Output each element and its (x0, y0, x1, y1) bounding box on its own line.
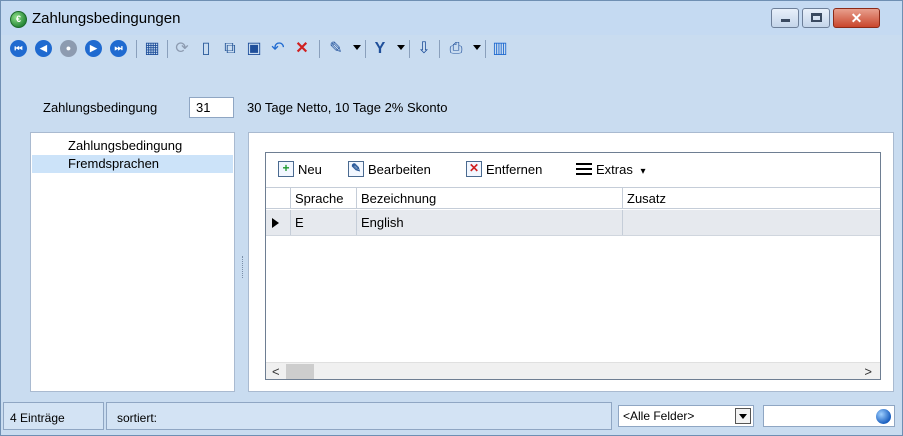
table-row[interactable]: E English (266, 210, 880, 236)
extras-menu-button[interactable]: Extras ▾ (576, 161, 646, 179)
record-count: 4 Einträge (10, 411, 65, 425)
scrollbar-thumb[interactable] (286, 364, 314, 379)
first-record-icon[interactable]: ⏮ (10, 40, 27, 57)
extras-button-label: Extras (596, 162, 633, 177)
close-button[interactable]: ✕ (833, 8, 880, 28)
horizontal-scrollbar[interactable]: < > (266, 362, 880, 379)
edit-record-icon: ✎ (348, 161, 364, 177)
export-icon[interactable]: ⇩ (415, 40, 433, 57)
column-header-sprache[interactable]: Sprache (290, 188, 356, 209)
calendar-table-icon[interactable]: ▦ (143, 40, 161, 57)
remove-button[interactable]: ✕ Entfernen (466, 161, 542, 179)
maximize-button[interactable] (802, 8, 830, 28)
currency-exchange-icon: € (10, 11, 27, 28)
toolbar-separator (319, 40, 320, 58)
minimize-icon (781, 19, 790, 22)
status-bar: 4 Einträge sortiert: <Alle Felder> (1, 400, 902, 435)
languages-grid: + Neu ✎ Bearbeiten ✕ Entfernen Extras ▾ Spr… (265, 152, 881, 380)
cell-zusatz[interactable] (622, 210, 880, 235)
record-number-field[interactable]: 31 (189, 97, 234, 118)
toolbar-separator (409, 40, 410, 58)
toolbar-separator (365, 40, 366, 58)
cell-bezeichnung[interactable]: English (356, 210, 622, 235)
field-filter-value: <Alle Felder> (623, 409, 695, 423)
app-window: € Zahlungsbedingungen ✕ ⏮ ◀ ● ▶ ⏭ ▦ ⟳ ▯ … (0, 0, 903, 436)
remove-record-icon: ✕ (466, 161, 482, 177)
maximize-icon (811, 13, 822, 22)
undo-icon[interactable]: ↶ (269, 40, 287, 57)
tools-dropdown-icon[interactable] (353, 45, 361, 50)
copy-icon[interactable]: ⧉ (221, 40, 239, 57)
new-document-icon[interactable]: ▯ (197, 40, 215, 57)
save-icon[interactable]: ▣ (245, 40, 263, 57)
tools-icon[interactable]: ✎ (327, 40, 345, 57)
previous-record-icon[interactable]: ◀ (35, 40, 52, 57)
edit-button-label: Bearbeiten (368, 162, 431, 177)
new-button-label: Neu (298, 162, 322, 177)
new-button[interactable]: + Neu (278, 161, 322, 179)
print-dropdown-icon[interactable] (473, 45, 481, 50)
pane-splitter[interactable] (242, 256, 245, 278)
scroll-left-icon[interactable]: < (272, 363, 280, 380)
search-input[interactable] (763, 405, 895, 427)
record-count-panel: 4 Einträge (3, 402, 104, 430)
toolbar-separator (167, 40, 168, 58)
current-row-indicator-icon (272, 218, 279, 228)
extras-dropdown-arrow: ▾ (640, 166, 646, 177)
chevron-down-icon[interactable] (735, 408, 751, 424)
edit-button[interactable]: ✎ Bearbeiten (348, 161, 431, 179)
content-pane: + Neu ✎ Bearbeiten ✕ Entfernen Extras ▾ Spr… (248, 132, 894, 392)
cell-sprache[interactable]: E (290, 210, 356, 235)
filter-dropdown-icon[interactable] (397, 45, 405, 50)
refresh-icon[interactable]: ⟳ (173, 40, 191, 57)
globe-icon[interactable] (876, 409, 891, 424)
scroll-right-icon[interactable]: > (864, 363, 872, 380)
main-toolbar: ⏮ ◀ ● ▶ ⏭ ▦ ⟳ ▯ ⧉ ▣ ↶ ✕ ✎ Y ⇩ ⎙ ▥ (1, 35, 902, 61)
grid-toolbar: + Neu ✎ Bearbeiten ✕ Entfernen Extras ▾ (266, 153, 880, 187)
record-label: Zahlungsbedingung (43, 100, 158, 115)
close-icon: ✕ (850, 10, 863, 26)
sort-label: sortiert: (117, 411, 158, 425)
minimize-button[interactable] (771, 8, 799, 28)
toolbar-separator (136, 40, 137, 58)
remove-button-label: Entfernen (486, 162, 543, 177)
field-filter-select[interactable]: <Alle Felder> (618, 405, 754, 427)
filter-icon[interactable]: Y (371, 40, 389, 57)
toolbar-separator (485, 40, 486, 58)
delete-icon[interactable]: ✕ (293, 40, 311, 57)
title-bar[interactable]: € Zahlungsbedingungen ✕ (1, 1, 902, 35)
add-record-icon: + (278, 161, 294, 177)
column-header-bezeichnung[interactable]: Bezeichnung (356, 188, 622, 209)
print-icon[interactable]: ⎙ (447, 40, 465, 57)
grid-header: Sprache Bezeichnung Zusatz (266, 187, 880, 209)
nav-item-fremdsprachen[interactable]: Fremdsprachen (32, 155, 233, 173)
section-navigation: Zahlungsbedingung Fremdsprachen (30, 132, 235, 392)
book-icon[interactable]: ▥ (491, 40, 509, 57)
menu-icon (576, 163, 592, 175)
toolbar-separator (439, 40, 440, 58)
window-title: Zahlungsbedingungen (32, 10, 181, 27)
center-record-icon[interactable]: ● (60, 40, 77, 57)
record-description: 30 Tage Netto, 10 Tage 2% Skonto (247, 100, 448, 115)
sort-panel: sortiert: (106, 402, 612, 430)
last-record-icon[interactable]: ⏭ (110, 40, 127, 57)
nav-item-zahlungsbedingung[interactable]: Zahlungsbedingung (32, 137, 233, 155)
next-record-icon[interactable]: ▶ (85, 40, 102, 57)
column-header-zusatz[interactable]: Zusatz (622, 188, 880, 209)
